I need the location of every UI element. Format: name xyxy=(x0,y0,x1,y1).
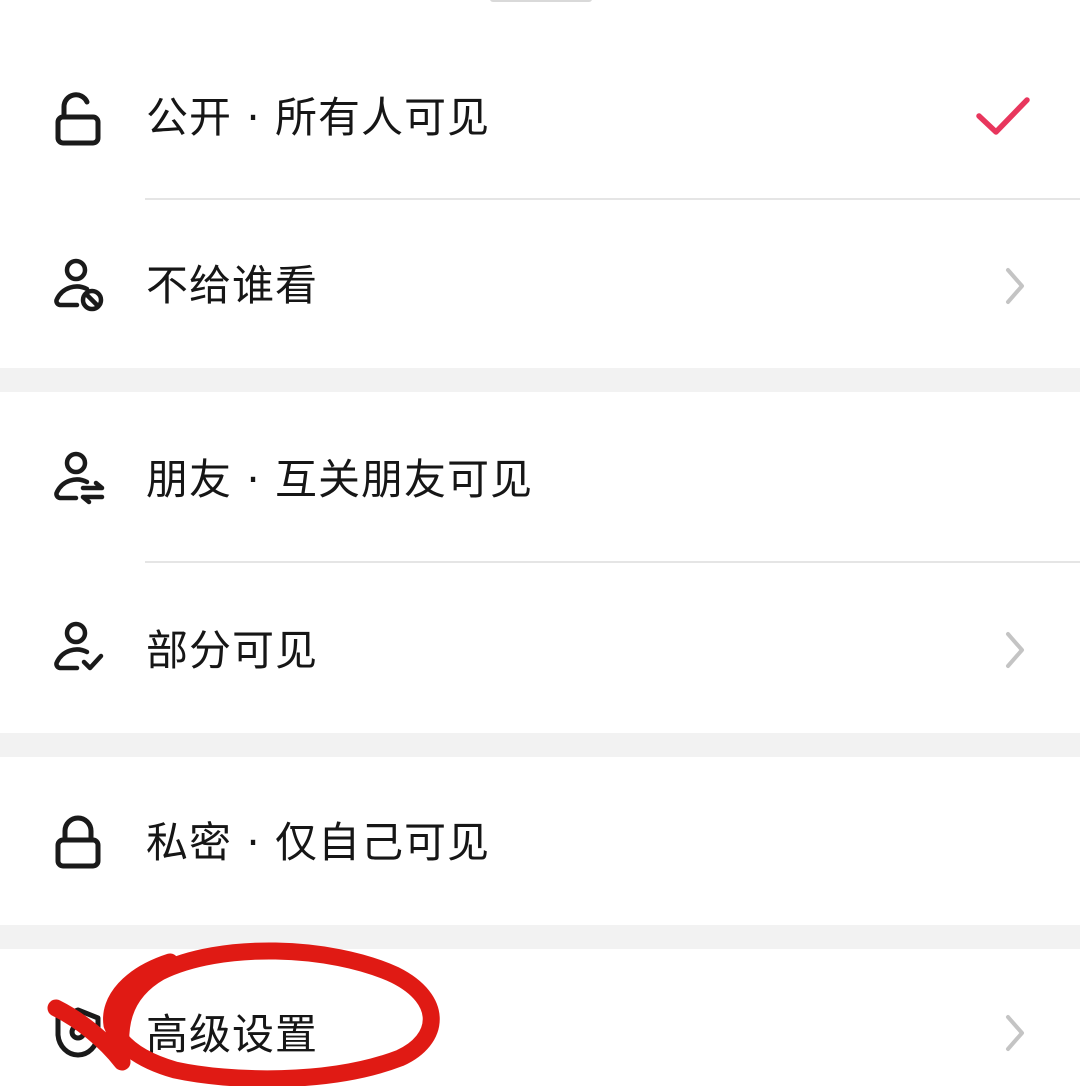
shield-settings-icon xyxy=(50,1005,106,1061)
option-label: 私密 · 仅自己可见 xyxy=(146,818,491,867)
option-label: 朋友 · 互关朋友可见 xyxy=(146,455,534,504)
option-friends[interactable]: 朋友 · 互关朋友可见 xyxy=(0,392,1080,562)
option-label: 公开 · 所有人可见 xyxy=(146,93,491,142)
visibility-sheet: 公开 · 所有人可见 不给谁看 朋友 · 互关朋友可见 部分可见 私密 · 仅自… xyxy=(0,0,1080,1086)
user-blocked-icon xyxy=(50,257,106,313)
option-label: 不给谁看 xyxy=(146,261,319,310)
option-advanced-settings[interactable]: 高级设置 xyxy=(0,949,1080,1086)
chevron-right-icon xyxy=(992,1011,1036,1055)
locked-padlock-icon xyxy=(50,814,106,870)
option-private[interactable]: 私密 · 仅自己可见 xyxy=(0,757,1080,925)
option-label: 高级设置 xyxy=(146,1010,319,1059)
option-label: 部分可见 xyxy=(146,626,319,675)
option-hide-from[interactable]: 不给谁看 xyxy=(0,200,1080,368)
chevron-right-icon xyxy=(992,264,1036,308)
section-gap xyxy=(0,925,1080,949)
user-check-icon xyxy=(50,620,106,676)
option-public[interactable]: 公开 · 所有人可见 xyxy=(0,30,1080,200)
user-mutual-icon xyxy=(50,450,106,506)
chevron-right-icon xyxy=(992,628,1036,672)
option-partial[interactable]: 部分可见 xyxy=(0,563,1080,733)
unlocked-padlock-icon xyxy=(50,91,106,147)
section-gap xyxy=(0,368,1080,392)
section-gap xyxy=(0,733,1080,757)
checkmark-icon xyxy=(974,94,1032,140)
drag-handle[interactable] xyxy=(490,0,592,2)
